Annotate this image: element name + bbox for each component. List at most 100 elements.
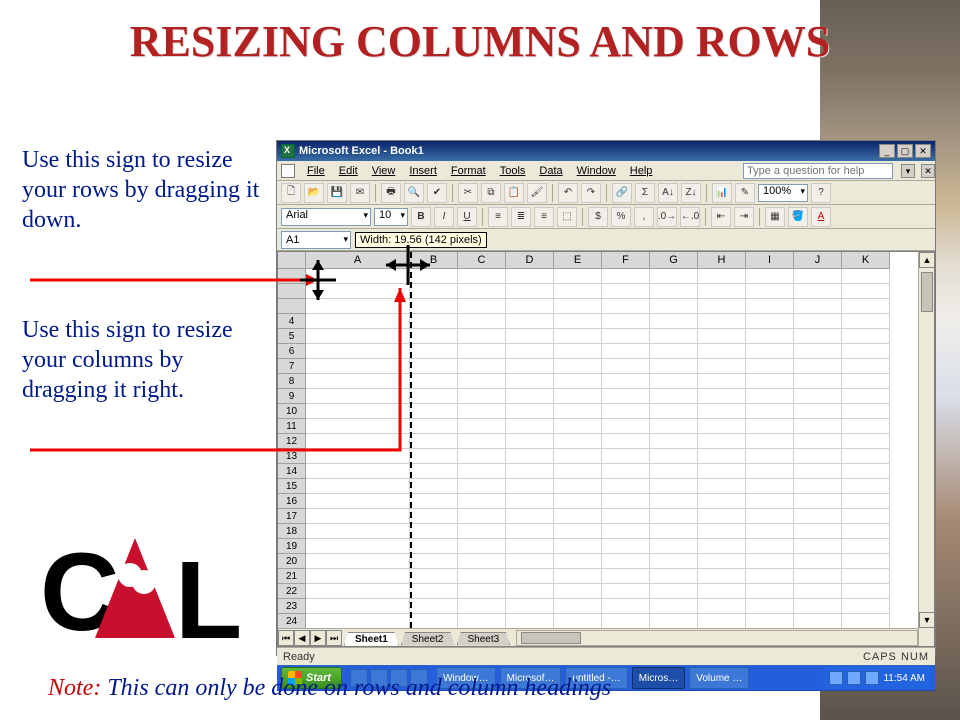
row-header[interactable]: 6 — [278, 344, 306, 359]
cell[interactable] — [794, 614, 842, 629]
cell[interactable] — [410, 329, 458, 344]
cell[interactable] — [650, 269, 698, 284]
row-header[interactable]: 9 — [278, 389, 306, 404]
mdi-close-button[interactable]: ✕ — [921, 164, 935, 178]
cell[interactable] — [650, 614, 698, 629]
cell[interactable] — [306, 329, 410, 344]
drawing-icon[interactable]: ✎ — [735, 183, 755, 203]
sheet-tab-2[interactable]: Sheet2 — [401, 632, 455, 646]
print-preview-icon[interactable]: 🔍 — [404, 183, 424, 203]
cell[interactable] — [458, 344, 506, 359]
cell[interactable] — [650, 404, 698, 419]
cell[interactable] — [746, 554, 794, 569]
cell[interactable] — [698, 494, 746, 509]
row-header[interactable]: 17 — [278, 509, 306, 524]
cell[interactable] — [306, 614, 410, 629]
increase-decimal-icon[interactable]: .0→ — [657, 207, 677, 227]
row-header[interactable]: 24 — [278, 614, 306, 629]
cell[interactable] — [746, 419, 794, 434]
currency-icon[interactable]: $ — [588, 207, 608, 227]
cell[interactable] — [506, 509, 554, 524]
cell[interactable] — [506, 494, 554, 509]
cell[interactable] — [554, 599, 602, 614]
cell[interactable] — [746, 404, 794, 419]
cell[interactable] — [794, 374, 842, 389]
cell[interactable] — [842, 344, 890, 359]
scroll-down-icon[interactable]: ▼ — [919, 612, 935, 628]
cell[interactable] — [554, 479, 602, 494]
tab-nav-next-icon[interactable]: ▶ — [310, 630, 326, 646]
cell[interactable] — [410, 299, 458, 314]
zoom-select[interactable]: 100% — [758, 184, 808, 202]
cell[interactable] — [554, 464, 602, 479]
cell[interactable] — [458, 584, 506, 599]
cell[interactable] — [794, 389, 842, 404]
minimize-button[interactable]: _ — [879, 144, 895, 158]
undo-icon[interactable]: ↶ — [558, 183, 578, 203]
cell[interactable] — [698, 419, 746, 434]
fill-color-icon[interactable]: 🪣 — [788, 207, 808, 227]
cell[interactable] — [650, 299, 698, 314]
cell[interactable] — [650, 374, 698, 389]
row-header[interactable]: 10 — [278, 404, 306, 419]
cell[interactable] — [698, 329, 746, 344]
cell[interactable] — [554, 419, 602, 434]
cell[interactable] — [650, 479, 698, 494]
cell[interactable] — [306, 419, 410, 434]
cell[interactable] — [650, 419, 698, 434]
cell[interactable] — [842, 554, 890, 569]
cell[interactable] — [410, 524, 458, 539]
column-header-f[interactable]: F — [602, 252, 650, 269]
cell[interactable] — [698, 269, 746, 284]
increase-indent-icon[interactable]: ⇥ — [734, 207, 754, 227]
cell[interactable] — [410, 599, 458, 614]
cell[interactable] — [746, 599, 794, 614]
cell[interactable] — [506, 329, 554, 344]
cell[interactable] — [746, 374, 794, 389]
cell[interactable] — [602, 584, 650, 599]
cell[interactable] — [602, 389, 650, 404]
cell[interactable] — [410, 614, 458, 629]
row-header[interactable]: 13 — [278, 449, 306, 464]
cell[interactable] — [458, 614, 506, 629]
row-header[interactable]: 23 — [278, 599, 306, 614]
cell[interactable] — [458, 494, 506, 509]
cell[interactable] — [842, 404, 890, 419]
cell[interactable] — [698, 314, 746, 329]
row-header[interactable]: 12 — [278, 434, 306, 449]
column-header-i[interactable]: I — [746, 252, 794, 269]
cell[interactable] — [410, 464, 458, 479]
cell[interactable] — [650, 449, 698, 464]
cell[interactable] — [554, 404, 602, 419]
cell[interactable] — [698, 479, 746, 494]
decrease-indent-icon[interactable]: ⇤ — [711, 207, 731, 227]
cell[interactable] — [410, 419, 458, 434]
cell[interactable] — [306, 344, 410, 359]
cell[interactable] — [410, 569, 458, 584]
cell[interactable] — [842, 329, 890, 344]
cell[interactable] — [306, 389, 410, 404]
cell[interactable] — [650, 599, 698, 614]
cell[interactable] — [506, 344, 554, 359]
cell[interactable] — [650, 359, 698, 374]
email-icon[interactable]: ✉ — [350, 183, 370, 203]
cell[interactable] — [506, 614, 554, 629]
cell[interactable] — [306, 374, 410, 389]
cell[interactable] — [842, 494, 890, 509]
menu-data[interactable]: Data — [533, 163, 568, 179]
cell[interactable] — [746, 389, 794, 404]
cell[interactable] — [650, 554, 698, 569]
cell[interactable] — [842, 314, 890, 329]
cell[interactable] — [306, 359, 410, 374]
cell[interactable] — [506, 434, 554, 449]
hyperlink-icon[interactable]: 🔗 — [612, 183, 632, 203]
cell[interactable] — [306, 509, 410, 524]
open-icon[interactable]: 📂 — [304, 183, 324, 203]
cell[interactable] — [506, 584, 554, 599]
cell[interactable] — [410, 539, 458, 554]
sheet-tab-3[interactable]: Sheet3 — [457, 632, 511, 646]
cell[interactable] — [698, 344, 746, 359]
cell[interactable] — [698, 299, 746, 314]
cell[interactable] — [602, 329, 650, 344]
tray-icon-2[interactable] — [847, 671, 861, 685]
